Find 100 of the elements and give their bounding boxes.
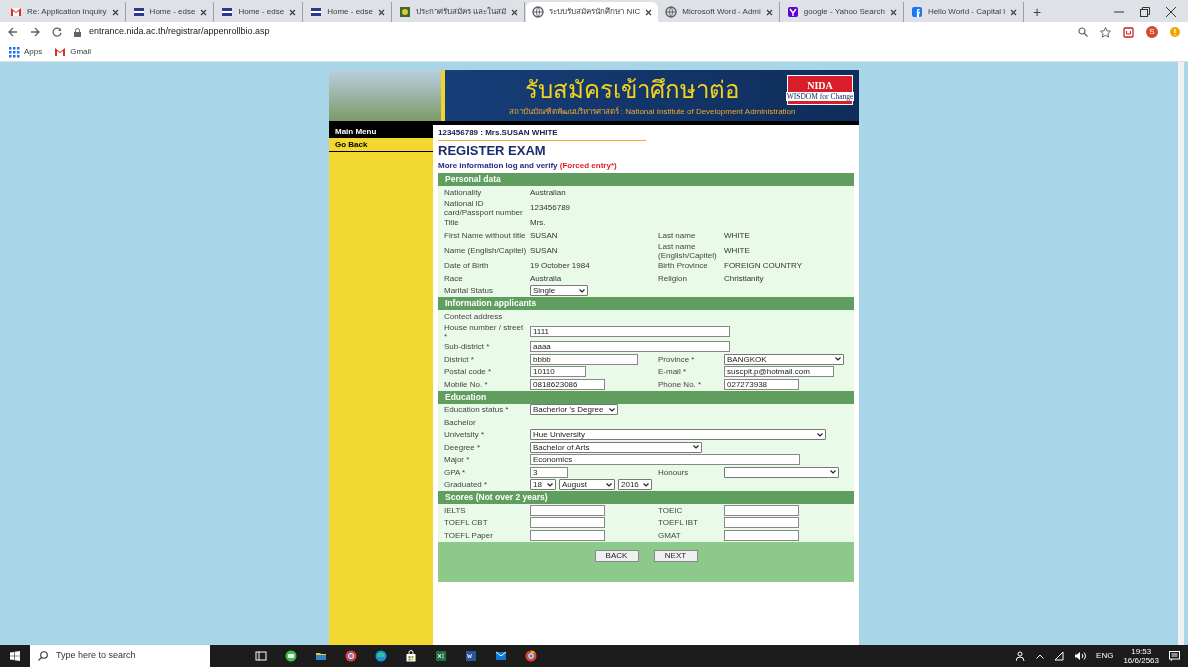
field-label: Race bbox=[443, 273, 464, 283]
dropdown[interactable]: 2016 bbox=[618, 479, 652, 491]
bookmark-link[interactable]: Apps bbox=[24, 45, 43, 58]
input-field[interactable]: suscpit.p@hotmail.com bbox=[724, 366, 834, 378]
close-icon[interactable] bbox=[645, 8, 653, 16]
form-button[interactable]: NEXT bbox=[653, 549, 698, 562]
section-header: Information applicants bbox=[438, 297, 854, 310]
field-value: WHITE bbox=[724, 230, 750, 240]
logo-text: NIDA bbox=[807, 79, 833, 92]
input-field[interactable] bbox=[724, 504, 799, 516]
browser-icon[interactable] bbox=[345, 650, 357, 662]
close-icon[interactable] bbox=[1010, 8, 1018, 16]
input-field[interactable]: 027273938 bbox=[724, 378, 799, 390]
dropdown[interactable]: Single bbox=[530, 285, 588, 297]
input-field[interactable] bbox=[530, 517, 605, 529]
close-icon[interactable] bbox=[765, 8, 773, 16]
banner-subtitle: สถาบันบัณฑิตพัฒนบริหารศาสตร์ : National Institute of Development Administration bbox=[508, 105, 796, 118]
input-field[interactable]: 0818623086 bbox=[530, 378, 605, 390]
dropdown[interactable] bbox=[724, 466, 839, 478]
field-label: Education status * bbox=[443, 405, 510, 415]
close-icon[interactable] bbox=[111, 8, 119, 16]
network-icon[interactable] bbox=[1054, 651, 1065, 661]
tab-title: Microsoft Word - Admi bbox=[682, 6, 761, 18]
notification-icon[interactable] bbox=[1169, 651, 1180, 661]
input-field[interactable]: 3 bbox=[530, 466, 568, 478]
alert-dot-icon[interactable] bbox=[1170, 27, 1180, 37]
banner-title: รับสมัครเข้าศึกษาต่อ bbox=[525, 74, 739, 105]
shield-icon[interactable] bbox=[1123, 26, 1134, 38]
field-label: E-mail * bbox=[657, 367, 687, 377]
chevron-down-icon bbox=[643, 482, 649, 487]
windows-logo-icon[interactable] bbox=[10, 651, 20, 661]
restore-icon[interactable] bbox=[1140, 7, 1150, 17]
chevron-down-icon bbox=[609, 407, 615, 412]
input-field[interactable] bbox=[724, 517, 799, 529]
person-icon[interactable] bbox=[1016, 651, 1027, 661]
task-view-icon[interactable] bbox=[255, 650, 267, 662]
field-label: District * bbox=[443, 354, 475, 364]
forward-arrow-icon[interactable] bbox=[30, 27, 40, 37]
clock-date[interactable]: 16/6/2563 bbox=[1123, 656, 1159, 665]
input-field[interactable]: 10110 bbox=[530, 366, 586, 378]
document-icon[interactable] bbox=[465, 650, 477, 662]
form-button[interactable]: BACK bbox=[594, 549, 639, 562]
dropdown[interactable]: Hue University bbox=[530, 429, 826, 441]
shopping-bag-icon[interactable] bbox=[405, 650, 417, 662]
input-field[interactable] bbox=[530, 504, 605, 516]
input-field[interactable]: 1111 bbox=[530, 326, 730, 337]
field-label: Postal code * bbox=[443, 367, 493, 377]
speaker-icon[interactable] bbox=[1074, 651, 1087, 661]
chevron-down-icon bbox=[606, 482, 612, 487]
close-icon[interactable] bbox=[378, 8, 385, 16]
browser-tab[interactable]: ระบบรับสมัครนักศึกษา NIC bbox=[526, 2, 659, 22]
field-value: WHITE bbox=[724, 246, 750, 255]
field-label: Honours bbox=[657, 467, 690, 477]
dropdown[interactable]: BANGKOK bbox=[724, 353, 844, 365]
close-icon[interactable] bbox=[200, 8, 208, 16]
folder-icon[interactable] bbox=[315, 650, 327, 662]
tab-title: ประกาศรับสมัคร และในสมั bbox=[416, 6, 507, 18]
input-field[interactable] bbox=[724, 529, 799, 541]
reload-icon[interactable] bbox=[52, 27, 62, 37]
banner-stripe bbox=[441, 70, 445, 122]
close-icon[interactable] bbox=[511, 8, 519, 16]
input-field[interactable]: bbbb bbox=[530, 353, 638, 365]
chat-bubble-icon[interactable] bbox=[285, 650, 297, 662]
browser-icon[interactable] bbox=[375, 650, 387, 662]
close-icon[interactable] bbox=[289, 8, 297, 16]
input-field[interactable]: aaaa bbox=[530, 341, 730, 353]
dropdown[interactable]: August bbox=[559, 479, 615, 491]
dropdown[interactable]: Bachelor of Arts bbox=[530, 441, 702, 453]
new-tab-button[interactable]: + bbox=[1025, 2, 1050, 22]
star-icon[interactable] bbox=[1100, 26, 1111, 38]
dropdown[interactable]: 18 bbox=[530, 479, 556, 491]
close-icon[interactable] bbox=[889, 8, 897, 16]
field-label: First Name without title bbox=[443, 230, 527, 240]
zoom-icon[interactable] bbox=[1078, 27, 1088, 37]
field-value: Australian bbox=[530, 187, 566, 197]
clock-time[interactable]: 19:53 bbox=[1131, 647, 1152, 656]
section-header: Scores (Not over 2 years) bbox=[438, 491, 854, 504]
language-indicator[interactable]: ENG bbox=[1096, 650, 1114, 662]
close-icon[interactable] bbox=[1166, 7, 1176, 17]
field-label: GMAT bbox=[657, 530, 682, 540]
input-field[interactable]: Economics bbox=[530, 454, 800, 466]
y-icon bbox=[786, 6, 799, 18]
spreadsheet-icon[interactable] bbox=[435, 650, 447, 662]
chevron-down-icon bbox=[817, 432, 823, 437]
field-label: Last name (English/Capitel) bbox=[657, 241, 718, 260]
tab-title: google - Yahoo Search bbox=[803, 6, 885, 18]
field-label: IELTS bbox=[443, 505, 467, 515]
back-arrow-icon[interactable] bbox=[8, 27, 18, 37]
chevron-up-icon[interactable] bbox=[1036, 653, 1045, 659]
search-field[interactable]: Type here to search bbox=[30, 645, 210, 667]
url-text[interactable]: entrance.nida.ac.th/registrar/appenrollbio.asp bbox=[89, 25, 270, 39]
section-header: Personal data bbox=[438, 173, 854, 186]
profile-avatar[interactable]: S bbox=[1146, 26, 1158, 38]
bookmark-link[interactable]: Gmail bbox=[70, 45, 92, 58]
mail-icon[interactable] bbox=[495, 650, 507, 662]
dropdown[interactable]: Bacherlor 's Degree bbox=[530, 404, 618, 416]
input-field[interactable] bbox=[530, 529, 605, 541]
browser-icon[interactable] bbox=[525, 650, 537, 662]
tab-title: ระบบรับสมัครนักศึกษา NIC bbox=[549, 6, 641, 18]
field-label: Name (English/Capitel) bbox=[443, 246, 528, 255]
